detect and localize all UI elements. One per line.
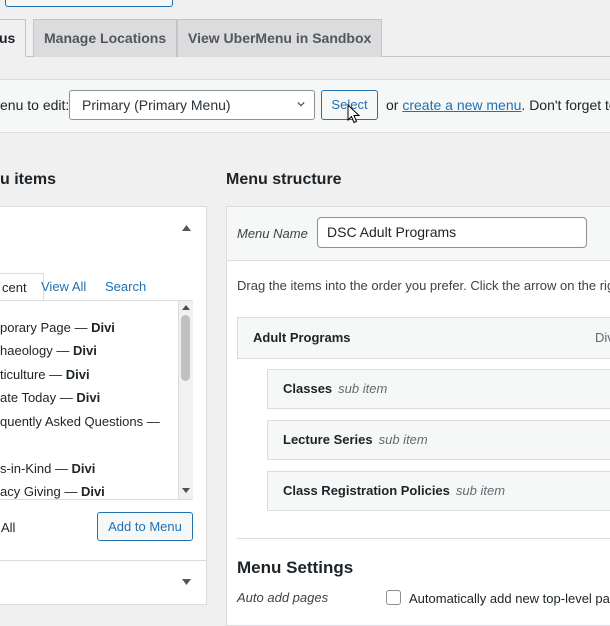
- list-item[interactable]: ticulture — Divi: [0, 367, 90, 382]
- tab-edit-menus[interactable]: us: [0, 19, 27, 57]
- menu-select-value: Primary (Primary Menu): [82, 97, 231, 113]
- accordion-header[interactable]: [0, 206, 207, 250]
- settings-divider: [237, 538, 610, 539]
- scroll-down-icon[interactable]: [182, 488, 190, 493]
- list-item[interactable]: quently Asked Questions —: [0, 414, 160, 429]
- collapse-arrow-icon[interactable]: [182, 225, 191, 231]
- or-text: or: [386, 97, 399, 113]
- menu-structure-heading: Menu structure: [226, 171, 342, 188]
- drag-instructions: Drag the items into the order you prefer…: [237, 278, 610, 293]
- menu-item-title: Adult Programs: [253, 330, 351, 345]
- menu-name-label: Menu Name: [237, 226, 308, 241]
- tab-search[interactable]: Search: [105, 279, 146, 294]
- scrollbar-thumb[interactable]: [181, 315, 190, 381]
- tab-label: View UberMenu in Sandbox: [188, 30, 372, 46]
- list-item[interactable]: acy Giving — Divi: [0, 484, 105, 499]
- scroll-up-icon[interactable]: [182, 305, 190, 310]
- select-menu-label: enu to edit:: [0, 97, 70, 113]
- menu-settings-heading: Menu Settings: [237, 558, 354, 577]
- list-item[interactable]: s-in-Kind — Divi: [0, 461, 95, 476]
- reminder-text: . Don't forget to sa: [521, 97, 610, 113]
- menu-name-input[interactable]: DSC Adult Programs: [317, 217, 587, 248]
- list-item[interactable]: ate Today — Divi: [0, 390, 100, 405]
- tab-most-recent[interactable]: cent: [0, 273, 44, 301]
- list-item[interactable]: porary Page — Divi: [0, 320, 115, 335]
- sub-item-note: sub item: [338, 381, 388, 396]
- menu-item-classes[interactable]: Classes sub item: [267, 369, 610, 409]
- tab-ubermenu-sandbox[interactable]: View UberMenu in Sandbox: [177, 19, 383, 57]
- menu-select[interactable]: Primary (Primary Menu): [69, 90, 315, 120]
- list-item[interactable]: haeology — Divi: [0, 343, 97, 358]
- mouse-cursor-icon: [347, 104, 361, 124]
- expand-arrow-icon[interactable]: [182, 579, 191, 585]
- list-scrollbar[interactable]: [178, 301, 193, 499]
- add-menu-items-heading: u items: [0, 171, 57, 188]
- auto-add-label: Auto add pages: [237, 590, 329, 605]
- menu-item-class-registration-policies[interactable]: Class Registration Policies sub item: [267, 471, 610, 511]
- auto-add-checkbox[interactable]: [386, 590, 401, 605]
- sub-item-note: sub item: [455, 483, 506, 498]
- menu-item-lecture-series[interactable]: Lecture Series sub item: [267, 420, 610, 460]
- menu-item-title: Classes: [283, 381, 333, 396]
- chevron-down-icon: [297, 101, 305, 107]
- tab-label: cent: [2, 280, 27, 295]
- tab-view-all[interactable]: View All: [41, 279, 86, 294]
- tab-label: Manage Locations: [44, 30, 167, 46]
- create-new-menu-link[interactable]: create a new menu: [402, 97, 521, 113]
- menu-item-adult-programs[interactable]: Adult Programs Div: [237, 317, 610, 359]
- add-to-menu-button[interactable]: Add to Menu: [97, 512, 193, 541]
- create-menu-text: or create a new menu. Don't forget to sa: [386, 97, 610, 113]
- tab-label: us: [0, 30, 16, 46]
- auto-add-text: Automatically add new top-level pa: [409, 591, 610, 606]
- sub-item-note: sub item: [378, 432, 428, 447]
- select-all-label[interactable]: All: [1, 520, 15, 535]
- accordion-section-collapsed[interactable]: [0, 560, 207, 605]
- menu-item-type: Div: [595, 330, 610, 345]
- menu-item-title: Lecture Series: [283, 432, 373, 447]
- top-button[interactable]: [5, 0, 173, 7]
- recent-items-list: porary Page — Divi haeology — Divi ticul…: [0, 300, 193, 500]
- tab-manage-locations[interactable]: Manage Locations: [33, 19, 178, 57]
- menu-item-title: Class Registration Policies: [283, 483, 450, 498]
